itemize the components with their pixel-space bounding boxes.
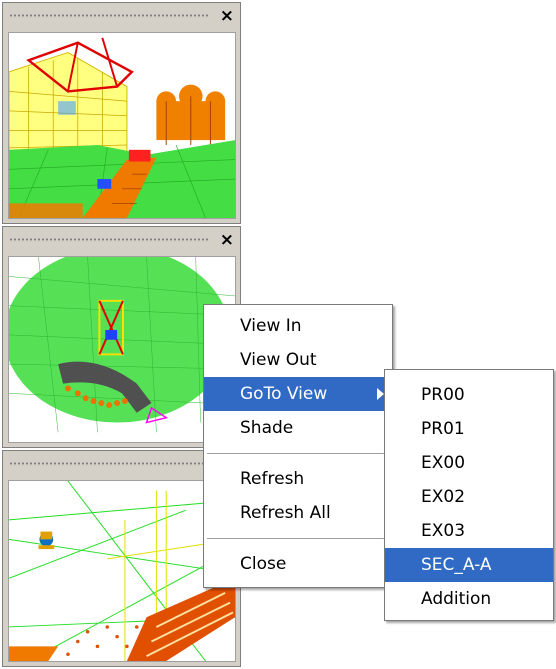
drag-grip[interactable]	[9, 14, 209, 17]
submenu-item-addition[interactable]: Addition	[385, 582, 553, 616]
close-icon[interactable]: ×	[220, 230, 234, 250]
submenu-item-ex02[interactable]: EX02	[385, 480, 553, 514]
plan-render-image	[9, 257, 235, 442]
cad-viewport-section[interactable]	[8, 480, 236, 662]
menu-item-view-in[interactable]: View In	[204, 309, 392, 343]
submenu-item-sec-a-a[interactable]: SEC_A-A	[385, 548, 553, 582]
submenu-item-pr00[interactable]: PR00	[385, 378, 553, 412]
submenu-item-ex03[interactable]: EX03	[385, 514, 553, 548]
house-render-image	[9, 33, 235, 218]
view-panel-1: ×	[2, 2, 241, 224]
menu-item-label: GoTo View	[240, 384, 328, 404]
drag-grip[interactable]	[9, 462, 209, 465]
panel-title-bar[interactable]: ×	[3, 3, 240, 30]
context-menu: View In View Out GoTo View Shade Refresh…	[203, 304, 393, 588]
cad-viewport-house[interactable]	[8, 32, 236, 219]
menu-item-shade[interactable]: Shade	[204, 411, 392, 445]
section-render-image	[9, 481, 235, 661]
cad-viewport-plan[interactable]	[8, 256, 236, 443]
menu-item-view-out[interactable]: View Out	[204, 343, 392, 377]
submenu-item-pr01[interactable]: PR01	[385, 412, 553, 446]
drag-grip[interactable]	[9, 238, 209, 241]
menu-separator	[207, 453, 389, 454]
menu-item-refresh-all[interactable]: Refresh All	[204, 496, 392, 530]
menu-separator	[207, 538, 389, 539]
close-icon[interactable]: ×	[220, 6, 234, 26]
panel-title-bar[interactable]: ×	[3, 227, 240, 254]
submenu-item-ex00[interactable]: EX00	[385, 446, 553, 480]
menu-item-goto-view[interactable]: GoTo View	[204, 377, 392, 411]
menu-item-refresh[interactable]: Refresh	[204, 462, 392, 496]
goto-view-submenu: PR00 PR01 EX00 EX02 EX03 SEC_A-A Additio…	[384, 369, 554, 621]
menu-item-close[interactable]: Close	[204, 547, 392, 581]
submenu-arrow-icon	[377, 388, 384, 400]
